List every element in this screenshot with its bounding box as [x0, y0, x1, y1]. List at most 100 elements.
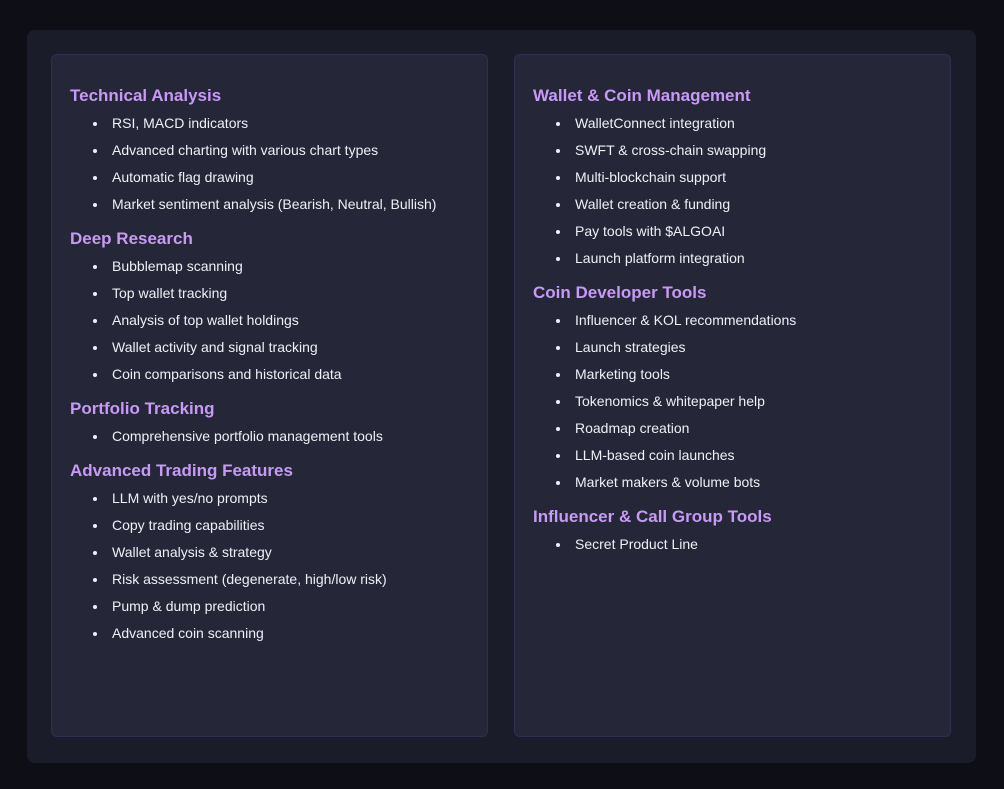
feature-list: RSI, MACD indicators Advanced charting w…	[70, 110, 487, 218]
bullet-icon	[556, 346, 560, 350]
list-item-label: LLM with yes/no prompts	[112, 490, 268, 506]
bullet-icon	[556, 481, 560, 485]
bullet-icon	[556, 319, 560, 323]
bullet-icon	[93, 292, 97, 296]
list-item: Risk assessment (degenerate, high/low ri…	[70, 566, 487, 593]
bullet-icon	[556, 122, 560, 126]
feature-list: Influencer & KOL recommendations Launch …	[533, 307, 950, 496]
list-item-label: Influencer & KOL recommendations	[575, 312, 797, 328]
list-item: SWFT & cross-chain swapping	[533, 137, 950, 164]
list-item: Coin comparisons and historical data	[70, 361, 487, 388]
list-item-label: Risk assessment (degenerate, high/low ri…	[112, 571, 387, 587]
list-item: Launch strategies	[533, 334, 950, 361]
bullet-icon	[556, 427, 560, 431]
bullet-icon	[93, 605, 97, 609]
section-influencer-call-group-tools: Influencer & Call Group Tools Secret Pro…	[533, 507, 950, 558]
list-item: WalletConnect integration	[533, 110, 950, 137]
bullet-icon	[93, 346, 97, 350]
list-item: Tokenomics & whitepaper help	[533, 388, 950, 415]
bullet-icon	[556, 400, 560, 404]
list-item: Copy trading capabilities	[70, 512, 487, 539]
list-item-label: Launch platform integration	[575, 250, 745, 266]
list-item: LLM with yes/no prompts	[70, 485, 487, 512]
list-item: Roadmap creation	[533, 415, 950, 442]
list-item-label: Secret Product Line	[575, 536, 698, 552]
list-item: RSI, MACD indicators	[70, 110, 487, 137]
list-item-label: Top wallet tracking	[112, 285, 228, 301]
feature-list: Comprehensive portfolio management tools	[70, 423, 487, 450]
list-item-label: LLM-based coin launches	[575, 447, 735, 463]
bullet-icon	[556, 203, 560, 207]
list-item-label: RSI, MACD indicators	[112, 115, 249, 131]
bullet-icon	[93, 176, 97, 180]
list-item: LLM-based coin launches	[533, 442, 950, 469]
section-deep-research: Deep Research Bubblemap scanning Top wal…	[70, 229, 487, 388]
bullet-icon	[93, 632, 97, 636]
bullet-icon	[93, 551, 97, 555]
bullet-icon	[93, 319, 97, 323]
bullet-icon	[93, 524, 97, 528]
bullet-icon	[93, 373, 97, 377]
section-title: Deep Research	[70, 229, 193, 248]
bullet-icon	[93, 149, 97, 153]
list-item-label: Tokenomics & whitepaper help	[575, 393, 765, 409]
list-item: Secret Product Line	[533, 531, 950, 558]
list-item: Bubblemap scanning	[70, 253, 487, 280]
list-item-label: Wallet analysis & strategy	[112, 544, 272, 560]
bullet-icon	[556, 176, 560, 180]
section-title: Coin Developer Tools	[533, 283, 707, 302]
section-title: Influencer & Call Group Tools	[533, 507, 772, 526]
list-item: Wallet activity and signal tracking	[70, 334, 487, 361]
list-item-label: Wallet activity and signal tracking	[112, 339, 318, 355]
bullet-icon	[93, 578, 97, 582]
list-item: Multi-blockchain support	[533, 164, 950, 191]
bullet-icon	[556, 230, 560, 234]
list-item: Wallet analysis & strategy	[70, 539, 487, 566]
bullet-icon	[93, 203, 97, 207]
section-advanced-trading-features: Advanced Trading Features LLM with yes/n…	[70, 461, 487, 647]
list-item-label: Automatic flag drawing	[112, 169, 254, 185]
list-item-label: Marketing tools	[575, 366, 670, 382]
list-item-label: Coin comparisons and historical data	[112, 366, 342, 382]
feature-list: Secret Product Line	[533, 531, 950, 558]
list-item-label: Market sentiment analysis (Bearish, Neut…	[112, 196, 437, 212]
list-item-label: Copy trading capabilities	[112, 517, 265, 533]
list-item-label: Multi-blockchain support	[575, 169, 726, 185]
left-feature-card: Technical Analysis RSI, MACD indicators …	[51, 54, 488, 737]
section-wallet-coin-management: Wallet & Coin Management WalletConnect i…	[533, 86, 950, 272]
list-item-label: Advanced coin scanning	[112, 625, 264, 641]
list-item: Marketing tools	[533, 361, 950, 388]
list-item: Market sentiment analysis (Bearish, Neut…	[70, 191, 487, 218]
bullet-icon	[93, 497, 97, 501]
bullet-icon	[556, 454, 560, 458]
feature-list: WalletConnect integration SWFT & cross-c…	[533, 110, 950, 272]
list-item: Pay tools with $ALGOAI	[533, 218, 950, 245]
list-item: Analysis of top wallet holdings	[70, 307, 487, 334]
section-title: Technical Analysis	[70, 86, 222, 105]
list-item-label: Pump & dump prediction	[112, 598, 266, 614]
bullet-icon	[556, 149, 560, 153]
list-item-label: Analysis of top wallet holdings	[112, 312, 299, 328]
section-coin-developer-tools: Coin Developer Tools Influencer & KOL re…	[533, 283, 950, 496]
bullet-icon	[556, 543, 560, 547]
feature-list: LLM with yes/no prompts Copy trading cap…	[70, 485, 487, 647]
section-portfolio-tracking: Portfolio Tracking Comprehensive portfol…	[70, 399, 487, 450]
list-item: Advanced charting with various chart typ…	[70, 137, 487, 164]
list-item-label: Bubblemap scanning	[112, 258, 243, 274]
list-item-label: Launch strategies	[575, 339, 686, 355]
list-item-label: Roadmap creation	[575, 420, 690, 436]
list-item-label: Pay tools with $ALGOAI	[575, 223, 726, 239]
list-item-label: Market makers & volume bots	[575, 474, 761, 490]
list-item: Advanced coin scanning	[70, 620, 487, 647]
list-item: Automatic flag drawing	[70, 164, 487, 191]
list-item: Pump & dump prediction	[70, 593, 487, 620]
list-item-label: WalletConnect integration	[575, 115, 735, 131]
bullet-icon	[93, 122, 97, 126]
bullet-icon	[556, 373, 560, 377]
section-technical-analysis: Technical Analysis RSI, MACD indicators …	[70, 86, 487, 218]
list-item: Influencer & KOL recommendations	[533, 307, 950, 334]
list-item: Launch platform integration	[533, 245, 950, 272]
list-item-label: Comprehensive portfolio management tools	[112, 428, 383, 444]
list-item: Wallet creation & funding	[533, 191, 950, 218]
features-panel: Technical Analysis RSI, MACD indicators …	[27, 30, 976, 763]
